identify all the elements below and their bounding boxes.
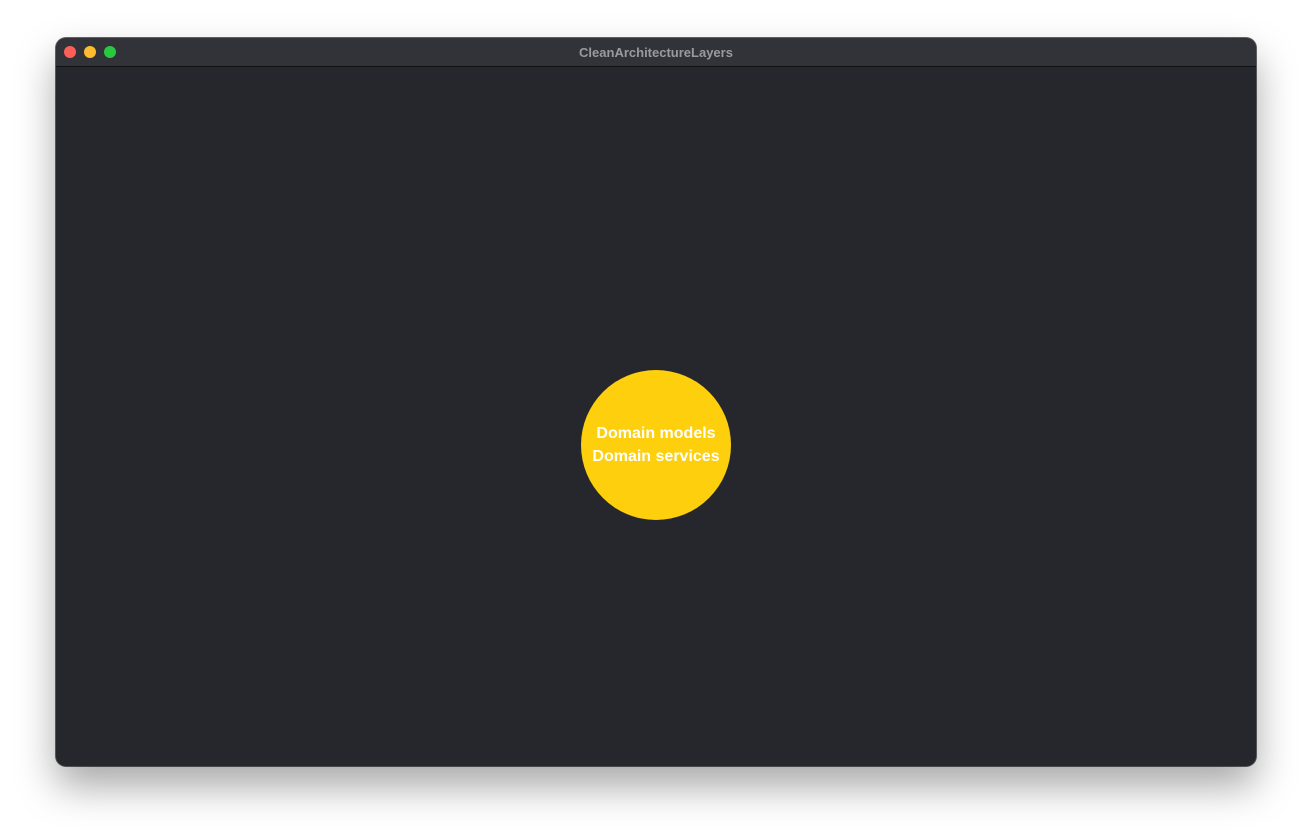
layer-label-line-1: Domain models bbox=[596, 425, 716, 442]
domain-layer-circle: Domain models Domain services bbox=[581, 370, 731, 520]
canvas: Domain models Domain services bbox=[56, 67, 1256, 766]
layer-label-line-2: Domain services bbox=[592, 448, 720, 465]
window-title: CleanArchitectureLayers bbox=[579, 45, 733, 60]
title-bar[interactable]: CleanArchitectureLayers bbox=[56, 38, 1256, 67]
app-window: CleanArchitectureLayers Domain models Do… bbox=[56, 38, 1256, 766]
